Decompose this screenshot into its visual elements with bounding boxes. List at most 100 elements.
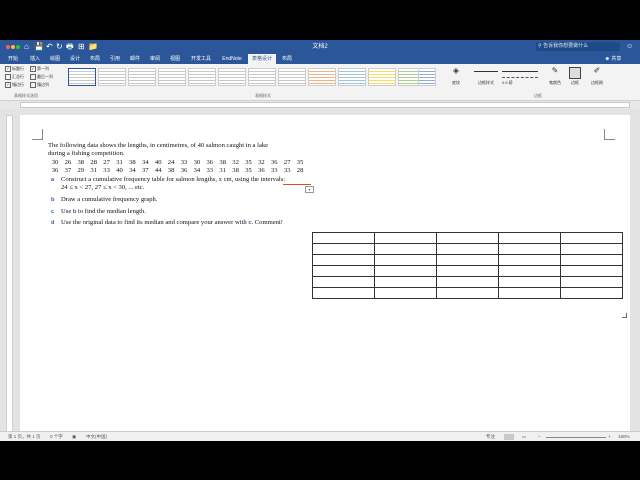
table-cell[interactable] [498,287,561,299]
table-style-thumb[interactable] [158,68,186,86]
smiley-icon[interactable]: ☺ [626,42,633,52]
tab-home[interactable]: 开始 [4,54,22,64]
table-cell[interactable] [374,287,437,299]
share-button[interactable]: ☻ 共享 [598,54,628,64]
web-layout-icon[interactable]: ▭ [522,432,526,441]
table-cell[interactable] [436,232,499,244]
status-bar: 第 1 页，共 1 页 0 个字 ▣ 中文(中国) 专注 ▭ − + 160% [0,431,640,441]
checkbox: ✓ [30,66,36,72]
table-style-thumb[interactable] [368,68,396,86]
table-cell[interactable] [312,232,375,244]
tab-design[interactable]: 设计 [66,54,84,64]
borders-button[interactable]: 边框 [566,80,584,85]
table-style-thumb[interactable] [418,68,436,86]
table-cell[interactable] [312,243,375,255]
option-header-row[interactable]: ✓ 标题行 [5,66,24,72]
frequency-table[interactable] [312,232,623,299]
zoom-slider[interactable] [546,437,606,438]
table-style-thumb[interactable] [128,68,156,86]
table-cell[interactable] [374,265,437,277]
option-banded-rows[interactable]: ✓ 镶边行 [5,82,24,88]
checkbox [30,82,36,88]
table-style-thumb[interactable] [68,68,96,86]
table-style-thumb[interactable] [308,68,336,86]
table-cell[interactable] [560,265,623,277]
table-cell[interactable] [436,243,499,255]
table-cell[interactable] [374,232,437,244]
pen-color-button[interactable]: 笔颜色 [546,80,564,85]
table-cell[interactable] [436,276,499,288]
option-banded-columns[interactable]: 镶边列 [30,82,49,88]
table-cell[interactable] [498,265,561,277]
data-value: 33 [283,167,291,174]
tab-layout[interactable]: 布局 [86,54,104,64]
table-cell[interactable] [560,232,623,244]
table-cell[interactable] [560,243,623,255]
horizontal-ruler[interactable] [0,101,640,109]
document-page[interactable]: The following data shows the lengths, in… [20,115,630,437]
table-resize-handle[interactable] [622,313,627,318]
border-painter-icon[interactable]: ✐ [590,67,604,75]
tab-view[interactable]: 视图 [166,54,184,64]
tab-table-design[interactable]: 表格设计 [248,54,276,64]
paste-options-icon[interactable]: ▾ [305,186,314,193]
focus-mode[interactable]: 专注 [486,432,495,441]
spelling-underline [283,184,311,185]
tell-me-search[interactable]: ⚲ 告诉我你想要做什么 [536,42,620,51]
print-layout-icon[interactable] [504,434,514,440]
table-cell[interactable] [498,276,561,288]
option-total-row[interactable]: 汇总行 [5,74,24,80]
border-styles-button[interactable]: 边框样式 [474,80,498,85]
zoom-out-icon[interactable]: − [538,432,541,441]
tab-developer[interactable]: 开发工具 [188,54,214,64]
tab-references[interactable]: 引用 [106,54,124,64]
paint-bucket-icon[interactable]: ◈ [446,67,466,75]
pen-color-icon[interactable]: ✎ [548,67,562,75]
table-cell[interactable] [498,243,561,255]
page-count[interactable]: 第 1 页，共 1 页 [8,432,41,441]
table-style-thumb[interactable] [218,68,246,86]
table-cell[interactable] [436,287,499,299]
table-cell[interactable] [312,254,375,266]
table-style-thumb[interactable] [188,68,216,86]
table-cell[interactable] [436,254,499,266]
pen-weight-select[interactable]: 0.5 磅 [502,80,538,85]
table-cell[interactable] [498,254,561,266]
table-cell[interactable] [374,254,437,266]
question-d-text: Use the original data to find its median… [61,219,247,226]
border-painter-button[interactable]: 边框刷 [585,80,609,85]
line-style-select[interactable] [502,68,538,72]
table-cell[interactable] [560,276,623,288]
vertical-ruler[interactable] [6,115,13,435]
table-cell[interactable] [312,276,375,288]
zoom-level[interactable]: 160% [618,432,630,441]
table-cell[interactable] [498,232,561,244]
table-style-thumb[interactable] [278,68,306,86]
border-style-line-icon[interactable] [474,70,498,72]
tab-endnote[interactable]: EndNote [218,54,246,64]
table-cell[interactable] [312,265,375,277]
option-last-column[interactable]: 最后一列 [30,74,53,80]
borders-icon[interactable] [569,67,581,79]
tab-review[interactable]: 审阅 [146,54,164,64]
table-style-thumb[interactable] [338,68,366,86]
proofing-icon[interactable]: ▣ [72,432,76,441]
table-cell[interactable] [560,254,623,266]
tab-table-layout[interactable]: 布局 [278,54,296,64]
zoom-in-icon[interactable]: + [608,432,611,441]
option-first-column[interactable]: ✓ 第一列 [30,66,49,72]
tab-mailings[interactable]: 邮件 [126,54,144,64]
ribbon: ✓ 标题行 汇总行 ✓ 镶边行 ✓ 第一列 最后一列 镶边列 表格样式选项 表格样式 … [0,64,640,101]
table-style-thumb[interactable] [98,68,126,86]
word-count[interactable]: 0 个字 [50,432,63,441]
table-cell[interactable] [312,287,375,299]
shading-button[interactable]: 底纹 [446,80,466,85]
table-cell[interactable] [374,243,437,255]
table-style-thumb[interactable] [248,68,276,86]
tab-draw[interactable]: 绘图 [46,54,64,64]
table-cell[interactable] [436,265,499,277]
language-status[interactable]: 中文(中国) [86,432,107,441]
tab-insert[interactable]: 插入 [26,54,44,64]
table-cell[interactable] [374,276,437,288]
table-cell[interactable] [560,287,623,299]
